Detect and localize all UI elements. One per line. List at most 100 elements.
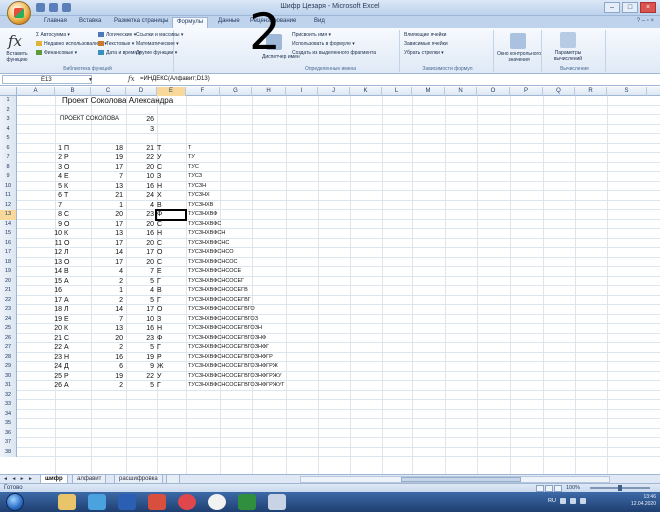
cell-d[interactable] xyxy=(126,410,154,420)
cell-d[interactable]: 20 xyxy=(126,220,154,230)
cell-c[interactable]: 2 xyxy=(91,381,123,391)
tab-home[interactable]: Главная xyxy=(44,18,67,24)
cell-c[interactable] xyxy=(91,96,123,106)
cell-a[interactable] xyxy=(17,400,62,410)
column-header-a[interactable]: A xyxy=(17,87,55,96)
cell-d[interactable]: 17 xyxy=(126,248,154,258)
office-button[interactable] xyxy=(7,1,31,25)
cell-d[interactable] xyxy=(126,391,154,401)
cell-f[interactable]: ТУСЗНХВФСНСОСЕГВГОЗ xyxy=(188,315,388,325)
trace-precedents-button[interactable]: Влияющие ячейки xyxy=(404,32,446,38)
cell-f[interactable]: ТУСЗНХВФ xyxy=(188,210,388,220)
cell-a[interactable] xyxy=(17,410,62,420)
cell-c[interactable] xyxy=(91,134,123,144)
remove-arrows-button[interactable]: Убрать стрелки ▾ xyxy=(404,50,444,56)
cell-f[interactable]: ТУ xyxy=(188,153,388,163)
cell-c[interactable]: 13 xyxy=(91,324,123,334)
row-header[interactable]: 3 xyxy=(0,115,17,125)
cell-f[interactable]: ТУСЗНХВФСНСОСЕГВГОЗН xyxy=(188,324,388,334)
zoom-slider-knob[interactable] xyxy=(618,485,622,491)
cell-c[interactable]: 13 xyxy=(91,182,123,192)
column-header-i[interactable]: I xyxy=(286,87,318,96)
cell-e[interactable]: О xyxy=(157,305,185,315)
cell-e[interactable]: Ф xyxy=(157,334,185,344)
network-icon[interactable] xyxy=(560,498,566,504)
close-button[interactable]: × xyxy=(640,2,656,13)
cell-f[interactable]: ТУСЗНХВФСНС xyxy=(188,239,388,249)
cell-c[interactable]: 14 xyxy=(91,248,123,258)
cell-a[interactable]: 11 xyxy=(17,239,62,249)
cell-f[interactable]: ТУСЗНХВФСНСОСЕГВГ xyxy=(188,296,388,306)
define-name-button[interactable]: Присвоить имя ▾ xyxy=(292,32,331,38)
column-header-p[interactable]: P xyxy=(510,87,543,96)
cell-d[interactable]: 5 xyxy=(126,343,154,353)
cell-a[interactable] xyxy=(17,419,62,429)
row-header[interactable]: 26 xyxy=(0,333,17,343)
cell-d[interactable]: 5 xyxy=(126,277,154,287)
column-header-s[interactable]: S xyxy=(607,87,647,96)
column-header-l[interactable]: L xyxy=(382,87,412,96)
cell-f[interactable]: ТУСЗНХВФСНСОСЕГ xyxy=(188,277,388,287)
cell-d[interactable]: 20 xyxy=(126,163,154,173)
cell-c[interactable] xyxy=(91,391,123,401)
language-indicator[interactable]: RU xyxy=(548,498,556,504)
cell-d[interactable]: 21 xyxy=(126,144,154,154)
cell-d[interactable]: 4 xyxy=(126,286,154,296)
column-header-f[interactable]: F xyxy=(186,87,220,96)
cell-d[interactable]: 20 xyxy=(126,239,154,249)
page-layout-view-icon[interactable] xyxy=(545,485,553,492)
cell-e[interactable]: В xyxy=(157,286,185,296)
cell-f[interactable]: ТУСЗНХВФСНСОС xyxy=(188,258,388,268)
cell-d[interactable]: 16 xyxy=(126,324,154,334)
cell-c[interactable]: 7 xyxy=(91,315,123,325)
column-header-k[interactable]: K xyxy=(350,87,382,96)
name-box[interactable]: E13 xyxy=(2,75,92,84)
cell-e[interactable]: Н xyxy=(157,324,185,334)
row-header[interactable]: 13 xyxy=(0,210,17,220)
use-in-formula-button[interactable]: Использовать в формуле ▾ xyxy=(292,41,355,47)
cell-d[interactable]: 10 xyxy=(126,315,154,325)
cell-a[interactable]: 4 xyxy=(17,172,62,182)
cell-d[interactable] xyxy=(126,96,154,106)
cell-e[interactable] xyxy=(157,115,185,125)
row-header[interactable]: 19 xyxy=(0,267,17,277)
row-header[interactable]: 9 xyxy=(0,172,17,182)
sheet-nav-arrows[interactable]: ◄ ◄ ► ► xyxy=(3,476,34,482)
row-header[interactable]: 5 xyxy=(0,134,17,144)
cell-e[interactable] xyxy=(157,429,185,439)
ribbon-help-controls[interactable]: ? – ▫ × xyxy=(637,18,654,24)
cell-f[interactable] xyxy=(188,134,388,144)
cell-c[interactable]: 17 xyxy=(91,239,123,249)
cell-d[interactable] xyxy=(126,429,154,439)
battery-icon[interactable] xyxy=(580,498,586,504)
row-header[interactable]: 35 xyxy=(0,419,17,429)
cell-d[interactable] xyxy=(126,448,154,458)
financial-button[interactable]: Финансовые ▾ xyxy=(36,50,77,56)
cell-c[interactable]: 1 xyxy=(91,286,123,296)
row-header[interactable]: 33 xyxy=(0,400,17,410)
cell-e[interactable]: Г xyxy=(157,277,185,287)
maximize-button[interactable]: □ xyxy=(622,2,638,13)
cell-c[interactable]: 17 xyxy=(91,163,123,173)
cell-d[interactable]: 22 xyxy=(126,372,154,382)
cell-d[interactable]: 17 xyxy=(126,305,154,315)
cell-a[interactable] xyxy=(17,106,62,116)
row-header[interactable]: 37 xyxy=(0,438,17,448)
cell-e[interactable]: Н xyxy=(157,229,185,239)
cell-e[interactable]: О xyxy=(157,248,185,258)
cell-d[interactable]: 5 xyxy=(126,381,154,391)
yandex-browser-icon[interactable] xyxy=(208,494,226,510)
create-from-selection-button[interactable]: Создать из выделенного фрагмента xyxy=(292,50,376,56)
cell-c[interactable]: 20 xyxy=(91,210,123,220)
cell-a[interactable] xyxy=(17,448,62,458)
cell-c[interactable]: 17 xyxy=(91,258,123,268)
volume-icon[interactable] xyxy=(570,498,576,504)
cell-f[interactable]: ТУСЗНХВФСНСОСЕГВГО xyxy=(188,305,388,315)
cell-e[interactable] xyxy=(157,448,185,458)
column-header-n[interactable]: N xyxy=(445,87,477,96)
cell-d[interactable]: 10 xyxy=(126,172,154,182)
spreadsheet-grid[interactable]: 1 Проект Соколова Александра 2 3 ПРОЕКТ СОКО… xyxy=(0,96,660,474)
row-header[interactable]: 34 xyxy=(0,409,17,419)
cell-c[interactable] xyxy=(91,448,123,458)
cell-f[interactable]: ТУСЗНХВФС xyxy=(188,220,388,230)
